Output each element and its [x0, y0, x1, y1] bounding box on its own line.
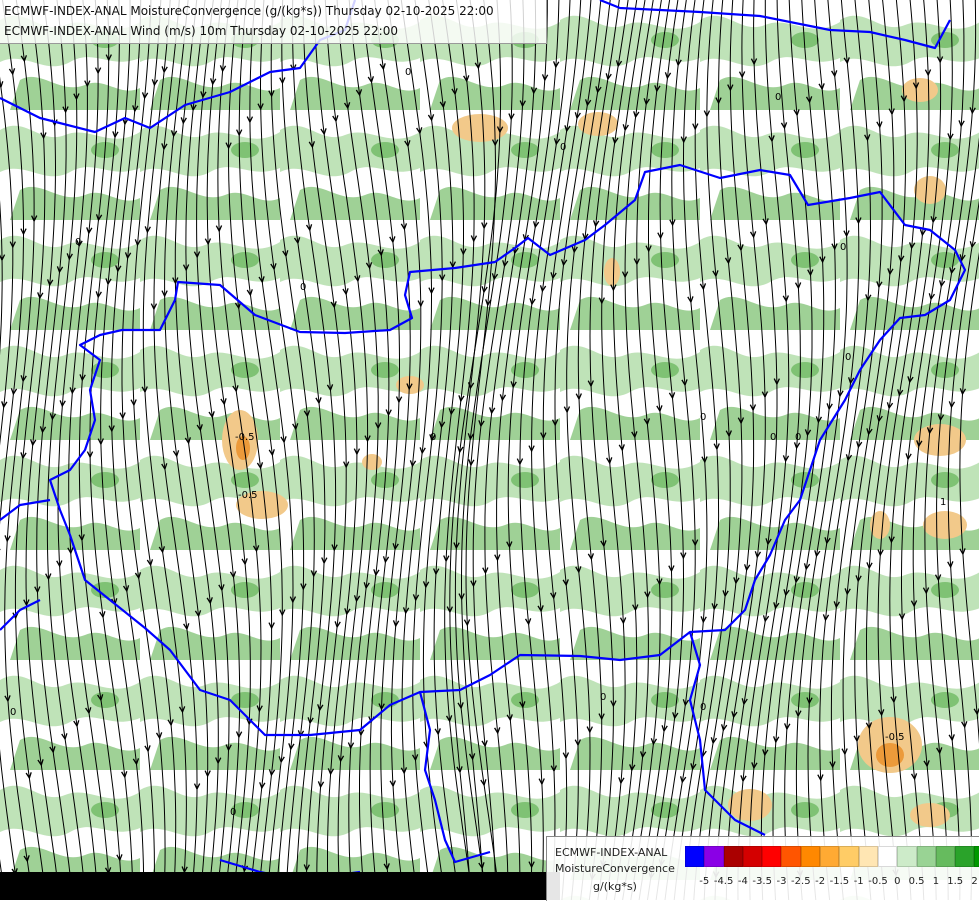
legend-tick: -1 [854, 876, 864, 887]
contour-label: 0 [840, 242, 846, 253]
legend-tick: -4.5 [714, 876, 734, 887]
contour-label: 0 [230, 807, 236, 818]
legend-color-scale [685, 846, 979, 867]
legend-swatch [859, 846, 878, 867]
legend-tick: 1.5 [947, 876, 963, 887]
contour-label: 0 [430, 432, 436, 443]
weather-map: 0 0 0 0 0 0 0 0 0 0 0 0 0 0 0 -0.5 -0.5 -0.5 1 [0, 0, 979, 900]
legend-swatch [917, 846, 936, 867]
contour-label: 0 [600, 692, 606, 703]
legend-swatch [724, 846, 743, 867]
legend-swatch [820, 846, 839, 867]
legend-swatch [955, 846, 974, 867]
legend-swatch [781, 846, 800, 867]
legend-swatch [936, 846, 955, 867]
contour-label: 0 [775, 92, 781, 103]
legend-model: ECMWF-INDEX-ANAL [555, 846, 667, 859]
legend-tick: 2 [971, 876, 977, 887]
legend-swatch [762, 846, 781, 867]
contour-label: 0 [700, 702, 706, 713]
legend-tick: -1.5 [830, 876, 850, 887]
contour-label: -0.5 [235, 432, 255, 443]
legend-tick-labels: -5 -4.5 -4 -3.5 -3 -2.5 -2 -1.5 -1 -0.5 0 0.5 1 1.5 2 [675, 876, 975, 890]
legend-swatch [897, 846, 916, 867]
map-title-moisture: ECMWF-INDEX-ANAL MoistureConvergence (g/… [4, 4, 494, 18]
legend-tick: -3 [777, 876, 787, 887]
legend-tick: -0.5 [868, 876, 888, 887]
legend-tick: -4 [738, 876, 748, 887]
map-bottom-bar [0, 872, 560, 900]
negative-area [902, 78, 938, 102]
contour-label: 0 [700, 412, 706, 423]
legend-swatch [801, 846, 820, 867]
legend-tick: -3.5 [752, 876, 772, 887]
negative-area [914, 176, 946, 204]
legend-unit: g/(kg*s) [593, 880, 637, 893]
legend-tick: 0 [894, 876, 900, 887]
legend-tick: -5 [699, 876, 709, 887]
contour-label: 0 [75, 237, 81, 248]
contour-label: 0 [560, 142, 566, 153]
contour-label: 0 [10, 707, 16, 718]
legend-tick: 0.5 [909, 876, 925, 887]
map-title-panel: ECMWF-INDEX-ANAL MoistureConvergence (g/… [0, 0, 547, 44]
color-legend: ECMWF-INDEX-ANAL MoistureConvergence g/(… [546, 836, 979, 901]
negative-area [604, 258, 620, 286]
legend-tick: -2 [815, 876, 825, 887]
legend-swatch [704, 846, 723, 867]
map-title-wind: ECMWF-INDEX-ANAL Wind (m/s) 10m Thursday… [4, 24, 398, 38]
contour-label: 1 [940, 497, 946, 508]
legend-swatch [974, 846, 979, 867]
negative-area [362, 454, 382, 470]
contour-label: 0 [795, 432, 801, 443]
contour-label: 0 [405, 67, 411, 78]
legend-swatch [743, 846, 762, 867]
contour-label: 0 [300, 282, 306, 293]
contour-label: -0.5 [238, 490, 258, 501]
contour-label: -0.5 [885, 732, 905, 743]
negative-area-core [876, 743, 904, 767]
legend-tick: 1 [933, 876, 939, 887]
contour-label: 0 [845, 352, 851, 363]
legend-parameter: MoistureConvergence [555, 862, 675, 875]
contour-label: 0 [770, 432, 776, 443]
negative-area [728, 789, 772, 821]
legend-swatch [685, 846, 704, 867]
legend-tick: -2.5 [791, 876, 811, 887]
legend-swatch [839, 846, 858, 867]
legend-swatch [878, 846, 897, 867]
